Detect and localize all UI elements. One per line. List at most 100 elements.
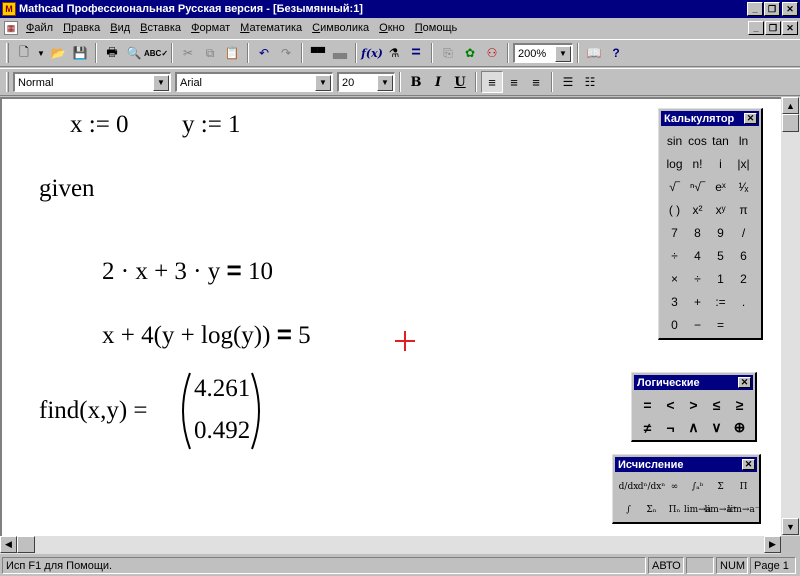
calculus-button[interactable]: Σ [709, 475, 732, 498]
calculator-button[interactable]: / [732, 221, 755, 244]
calculator-button[interactable]: |x| [732, 152, 755, 175]
calculator-button[interactable]: 9 [709, 221, 732, 244]
find-call[interactable]: find(x,y) = [39, 397, 148, 425]
align-left-icon[interactable]: ≡ [481, 71, 503, 93]
font-select[interactable]: Arial ▼ [175, 72, 333, 92]
horizontal-scroll-thumb[interactable] [17, 536, 35, 553]
insert-component-icon[interactable]: ⎘ [437, 42, 459, 64]
calculator-button[interactable]: ÷ [663, 244, 686, 267]
calculator-palette[interactable]: Калькулятор ✕ sin cos tan ln log n! i |x| √‾ ⁿ√‾ e… [658, 108, 763, 340]
underline-button[interactable]: U [449, 71, 471, 93]
logic-button[interactable]: ⊕ [728, 416, 751, 439]
calculator-button[interactable]: x² [686, 198, 709, 221]
close-icon[interactable]: ✕ [744, 113, 757, 124]
logic-button[interactable]: ≤ [705, 393, 728, 416]
font-size-select[interactable]: 20 ▼ [337, 72, 395, 92]
calculus-palette[interactable]: Исчисление ✕ d/dx dⁿ/dxⁿ ∞ ∫ₐᵇ Σ Π ∫ Σₙ Πₙ lim→a l… [612, 454, 761, 524]
cut-icon[interactable]: ✂ [177, 42, 199, 64]
calculator-button[interactable]: 1 [709, 267, 732, 290]
vertical-scroll-thumb[interactable] [782, 114, 799, 132]
bold-button[interactable]: B [405, 71, 427, 93]
menu-view[interactable]: Вид [106, 22, 136, 34]
logic-title-bar[interactable]: Логические ✕ [634, 375, 753, 390]
numbered-list-icon[interactable]: ☷ [579, 71, 601, 93]
calculator-button[interactable]: i [709, 152, 732, 175]
bullet-list-icon[interactable]: ☰ [557, 71, 579, 93]
doc-close-button[interactable]: ✕ [782, 21, 798, 35]
calculator-button[interactable]: ln [732, 129, 755, 152]
logic-button[interactable]: > [682, 393, 705, 416]
print-preview-icon[interactable]: 🔍 [123, 42, 145, 64]
help-book-icon[interactable]: 📖 [583, 42, 605, 64]
calculator-button[interactable]: 8 [686, 221, 709, 244]
redo-icon[interactable]: ↷ [275, 42, 297, 64]
menu-help[interactable]: Помощь [411, 22, 464, 34]
calculus-button[interactable]: d/dx [617, 475, 640, 498]
logic-button[interactable]: = [636, 393, 659, 416]
calculus-button[interactable]: ∞ [663, 475, 686, 498]
new-document-icon[interactable]: 🗋 [13, 42, 35, 64]
calculator-button[interactable]: − [686, 313, 709, 336]
scroll-down-icon[interactable]: ▼ [782, 518, 799, 535]
calculus-button[interactable]: dⁿ/dxⁿ [638, 475, 665, 498]
result-vector[interactable]: 4.261 0.492 [174, 371, 270, 451]
print-icon[interactable]: 🖶 [101, 42, 123, 64]
style-select[interactable]: Normal ▼ [13, 72, 171, 92]
calculator-button[interactable]: 4 [686, 244, 709, 267]
calculator-button[interactable]: ( ) [663, 198, 686, 221]
copy-icon[interactable]: ⧉ [199, 42, 221, 64]
calculator-button[interactable]: log [663, 152, 686, 175]
horizontal-scrollbar[interactable]: ◀ ▶ [0, 536, 781, 554]
calculator-button[interactable]: := [709, 290, 732, 313]
calculator-button[interactable]: π [732, 198, 755, 221]
calculator-button[interactable] [732, 313, 755, 336]
calculator-button[interactable]: 3 [663, 290, 686, 313]
logic-button[interactable]: ≥ [728, 393, 751, 416]
zoom-select[interactable]: 200% ▼ [513, 43, 573, 63]
calculus-button[interactable]: Π [732, 475, 755, 498]
calculator-button[interactable]: × [663, 267, 686, 290]
resource-center-icon[interactable]: ✿ [459, 42, 481, 64]
menu-symbolics[interactable]: Символика [308, 22, 375, 34]
italic-button[interactable]: I [427, 71, 449, 93]
calculator-button[interactable]: 2 [732, 267, 755, 290]
calculator-button[interactable]: sin [663, 129, 686, 152]
calculator-button[interactable]: xʸ [709, 198, 732, 221]
undo-icon[interactable]: ↶ [253, 42, 275, 64]
align-bottom-icon[interactable]: ▄▄ [329, 42, 351, 64]
logic-button[interactable]: < [659, 393, 682, 416]
scroll-left-icon[interactable]: ◀ [0, 536, 17, 553]
calculator-button[interactable]: tan [709, 129, 732, 152]
calculator-button[interactable]: ⁿ√‾ [686, 175, 709, 198]
toolbar-grip[interactable] [6, 43, 9, 63]
new-dropdown-icon[interactable]: ▼ [35, 42, 47, 64]
calculator-button[interactable]: 6 [732, 244, 755, 267]
calculator-title-bar[interactable]: Калькулятор ✕ [661, 111, 759, 126]
chevron-down-icon[interactable]: ▼ [315, 74, 331, 91]
save-disk-icon[interactable]: 💾 [69, 42, 91, 64]
close-icon[interactable]: ✕ [742, 459, 755, 470]
calculator-button[interactable]: + [686, 290, 709, 313]
logic-button[interactable]: ∨ [705, 416, 728, 439]
align-center-icon[interactable]: ≡ [503, 71, 525, 93]
calculator-button[interactable]: 0 [663, 313, 686, 336]
component-wizard-icon[interactable]: ⚇ [481, 42, 503, 64]
calculator-button[interactable]: 7 [663, 221, 686, 244]
menu-file[interactable]: Файл [22, 22, 59, 34]
calculator-button[interactable]: cos [686, 129, 709, 152]
insert-function-icon[interactable]: f(x) [361, 42, 383, 64]
vertical-scrollbar[interactable]: ▲ ▼ [781, 97, 800, 536]
align-right-icon[interactable]: ≡ [525, 71, 547, 93]
open-folder-icon[interactable]: 📂 [47, 42, 69, 64]
calculator-button[interactable]: ÷ [686, 267, 709, 290]
equation-1[interactable]: 2 · x + 3 · y = 10 [102, 255, 273, 286]
calculator-button[interactable]: ¹⁄ₓ [732, 175, 755, 198]
calculator-button[interactable]: √‾ [663, 175, 686, 198]
equation-2[interactable]: x + 4(y + log(y)) = 5 [102, 319, 311, 350]
calculator-button[interactable]: n! [686, 152, 709, 175]
doc-minimize-button[interactable]: _ [748, 21, 764, 35]
restore-button[interactable]: ❐ [764, 2, 780, 16]
logic-palette[interactable]: Логические ✕ = < > ≤ ≥ ≠ ¬ ∧ ∨ ⊕ [631, 372, 757, 442]
calculus-button[interactable]: Πₙ [663, 498, 686, 521]
paste-icon[interactable]: 📋 [221, 42, 243, 64]
